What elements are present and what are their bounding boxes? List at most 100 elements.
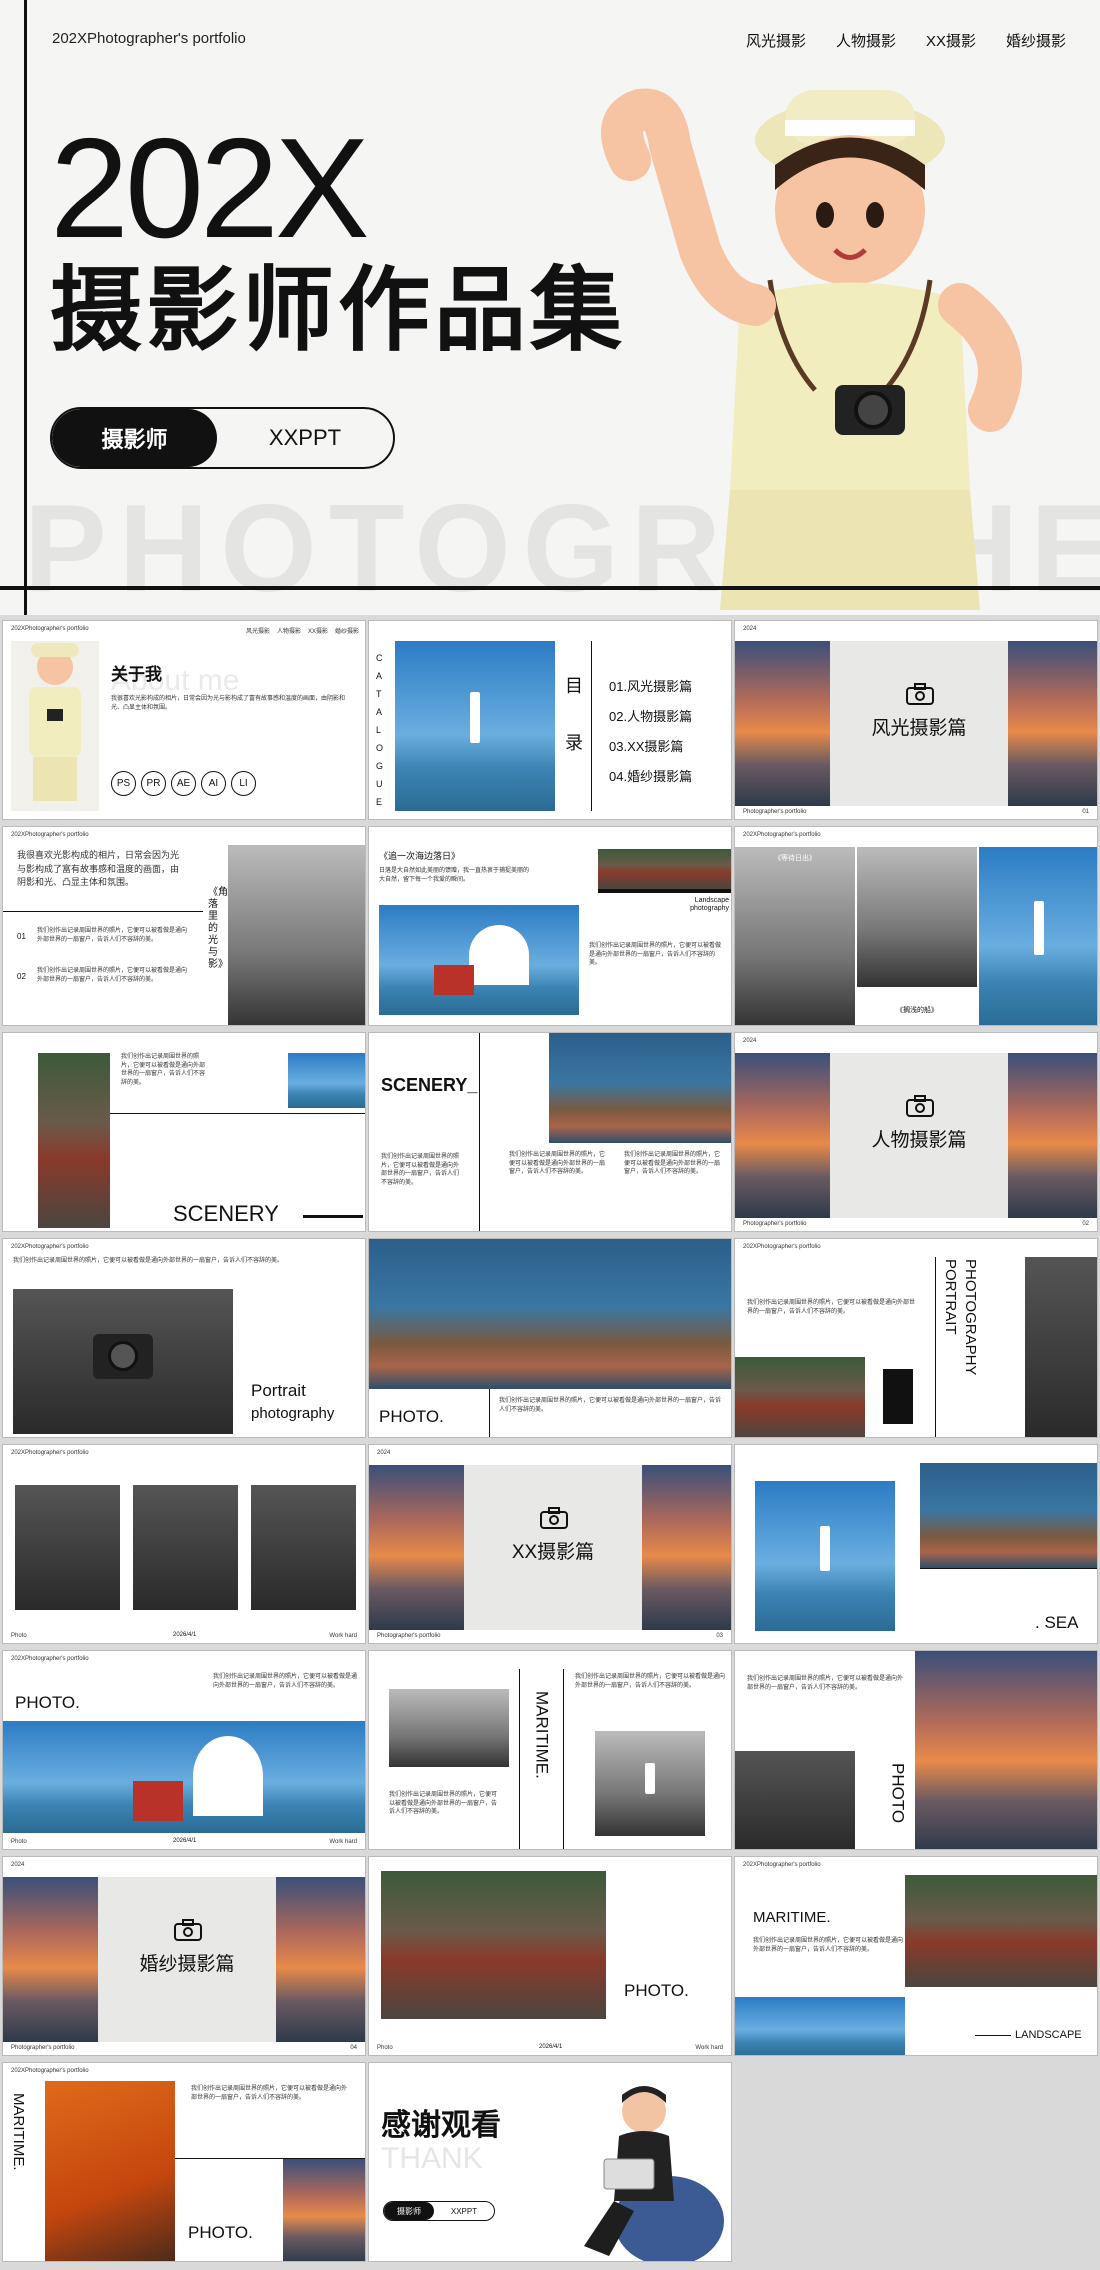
pill-left[interactable]: 摄影师 bbox=[52, 409, 217, 467]
section-title-wedding: 婚纱摄影篇 bbox=[139, 1954, 235, 1975]
catalogue-item-4[interactable]: 04.婚纱摄影篇 bbox=[609, 769, 692, 785]
ml-paragraph: 我们创作出记录周围世界的照片，它便可以被看做是通向外部世界的一扇窗户，告诉人们不… bbox=[753, 1938, 904, 1953]
section-title-xx: XX摄影篇 bbox=[511, 1542, 595, 1563]
slide-photo-building[interactable]: 202XPhotographer's portfolio PHOTO. 我们创作… bbox=[2, 1650, 366, 1850]
caption-sunrise: 《等待日出》 bbox=[774, 855, 816, 862]
slide-sea[interactable]: . SEA bbox=[734, 1444, 1098, 1644]
photo-trees bbox=[598, 849, 731, 889]
thank-pill-left[interactable]: 摄影师 bbox=[384, 2202, 434, 2220]
photo-title: PHOTO. bbox=[379, 1407, 444, 1426]
slide-scenery-2[interactable]: SCENERY_ 我们创作出记录周围世界的照片，它便可以被看做是通向外部世界的一… bbox=[368, 1032, 732, 1232]
photo-boat-large bbox=[915, 1651, 1097, 1849]
photo-street-small bbox=[735, 1357, 865, 1437]
man-laptop-illustration bbox=[584, 2086, 724, 2261]
photo-sunset-left bbox=[735, 641, 830, 806]
photo-bikes-orange bbox=[45, 2081, 175, 2261]
slide-photo-boat[interactable]: 我们创作出记录周围世界的照片，它便可以被看做是通向外部世界的一扇窗户，告诉人们不… bbox=[734, 1650, 1098, 1850]
photo-boat-bw bbox=[857, 847, 977, 987]
photo-cargo-ship bbox=[920, 1463, 1097, 1568]
maritime-paragraph-2: 我们创作出记录周围世界的照片，它便可以被看做是通向外部世界的一扇窗户，告诉人们不… bbox=[575, 1674, 726, 1689]
photo-coast-cliff bbox=[549, 1033, 731, 1143]
slide-three-portraits[interactable]: 202XPhotographer's portfolio Photo 2026/… bbox=[2, 1444, 366, 1644]
photo-lighthouse-3 bbox=[755, 1481, 895, 1631]
scenery-title: SCENERY bbox=[173, 1201, 279, 1226]
section-title: 风光摄影篇 bbox=[871, 718, 967, 739]
tag-li: LI bbox=[231, 771, 256, 796]
nav-landscape[interactable]: 风光摄影 bbox=[746, 30, 806, 51]
photo-port-bw bbox=[389, 1689, 509, 1767]
catalogue-mu: 目 bbox=[565, 676, 583, 696]
maritime-title: MARITIME. bbox=[753, 1909, 831, 1926]
camera-icon bbox=[906, 1095, 934, 1117]
slide-seaside-sunset[interactable]: 《追一次海边落日》 日落是大自然如此美丽的馈赠，我一直热衷于捕捉美丽的大自然，留… bbox=[368, 826, 732, 1026]
slide-photo-grid[interactable]: 202XPhotographer's portfolio 《等待日出》 《搁浅的… bbox=[734, 826, 1098, 1026]
slide-footer: Photographer's portfolio bbox=[743, 809, 807, 815]
slide-catalogue[interactable]: CATALOGUE 目 录 01.风光摄影篇 02.人物摄影篇 03.XX摄影篇… bbox=[368, 620, 732, 820]
portrait-sub: photography bbox=[251, 1405, 335, 1422]
photo-lighthouse-bw bbox=[595, 1731, 705, 1836]
photo-portrait-1 bbox=[15, 1485, 120, 1610]
photo2-paragraph: 我们创作出记录周围世界的照片，它便可以被看做是通向外部世界的一扇窗户，告诉人们不… bbox=[213, 1674, 358, 1689]
seaside-quote: 《追一次海边落日》 bbox=[379, 851, 461, 861]
photo-coast-wide bbox=[369, 1239, 731, 1389]
thank-ghost: THANK bbox=[381, 2142, 483, 2175]
hero-slide: 202XPhotographer's portfolio 风光摄影 人物摄影 X… bbox=[0, 0, 1100, 615]
photo-boat-5 bbox=[283, 2159, 365, 2261]
brand-title: 202XPhotographer's portfolio bbox=[52, 30, 246, 47]
tag-ps: PS bbox=[111, 771, 136, 796]
slide-portrait-photography[interactable]: 202XPhotographer's portfolio 我们创作出记录周围世界… bbox=[734, 1238, 1098, 1438]
maritime-paragraph: 我们创作出记录周围世界的照片，它便可以被看做是通向外部世界的一扇窗户，告诉人们不… bbox=[389, 1792, 498, 1816]
hero-pill: 摄影师 XXPPT bbox=[50, 407, 395, 469]
pill-right[interactable]: XXPPT bbox=[217, 425, 393, 451]
slide-thank-you[interactable]: THANK 感谢观看 摄影师 XXPPT bbox=[368, 2062, 732, 2262]
slide-maritime-bikes[interactable]: 202XPhotographer's portfolio MARITIME. 我… bbox=[2, 2062, 366, 2262]
slide-photo-street[interactable]: PHOTO. Photo 2026/4/1 Work hard bbox=[368, 1856, 732, 2056]
slide-photo-coast[interactable]: PHOTO. 我们创作出记录周围世界的照片，它便可以被看做是通向外部世界的一扇窗… bbox=[368, 1238, 732, 1438]
slide-number: 01 bbox=[1082, 809, 1089, 815]
photo-label: Photo bbox=[11, 1633, 27, 1639]
hero-horizontal-rule bbox=[0, 586, 1100, 590]
date-label: 2026/4/1 bbox=[173, 1631, 197, 1638]
photo-opera-strip bbox=[735, 1997, 905, 2055]
photo-vertical: PHOTO bbox=[885, 1761, 910, 1826]
pp-paragraph: 我们创作出记录周围世界的照片，它便可以被看做是通向外部世界的一扇窗户，告诉人们不… bbox=[747, 1300, 916, 1315]
catalogue-item-3[interactable]: 03.XX摄影篇 bbox=[609, 739, 683, 755]
nav-portrait[interactable]: 人物摄影 bbox=[836, 30, 896, 51]
hero-year: 202X bbox=[50, 109, 370, 268]
portrait-intro: 我们创作出记录周围世界的照片，它便可以被看做是通向外部世界的一扇窗户，告诉人们不… bbox=[13, 1258, 284, 1264]
catalogue-vertical: CATALOGUE bbox=[376, 653, 384, 807]
slide-scenery-1[interactable]: 我们创作出记录周围世界的照片，它便可以被看做是通向外部世界的一扇窗户，告诉人们不… bbox=[2, 1032, 366, 1232]
scenery2-paragraph: 我们创作出记录周围世界的照片，它便可以被看做是通向外部世界的一扇窗户，告诉人们不… bbox=[381, 1154, 460, 1187]
thank-pill-right[interactable]: XXPPT bbox=[434, 2207, 494, 2216]
camera-icon bbox=[174, 1919, 202, 1941]
catalogue-lu: 录 bbox=[565, 733, 583, 753]
tag-pr: PR bbox=[141, 771, 166, 796]
slide-portrait-photo[interactable]: 202XPhotographer's portfolio 我们创作出记录周围世界… bbox=[2, 1238, 366, 1438]
slide-about-me[interactable]: 202XPhotographer's portfolio 风光摄影 人物摄影 XX摄… bbox=[2, 620, 366, 820]
photo-title-4: PHOTO. bbox=[188, 2223, 253, 2242]
scenery-paragraph: 我们创作出记录周围世界的照片，它便可以被看做是通向外部世界的一扇窗户，告诉人们不… bbox=[121, 1054, 206, 1087]
photo-bicycles-bw bbox=[228, 845, 365, 1025]
scenery2-col1: 我们创作出记录周围世界的照片，它便可以被看做是通向外部世界的一扇窗户，告诉人们不… bbox=[509, 1152, 606, 1176]
hero-nav: 风光摄影 人物摄影 XX摄影 婚纱摄影 bbox=[746, 30, 1066, 51]
slide-maritime-landscape[interactable]: 202XPhotographer's portfolio MARITIME. 我… bbox=[734, 1856, 1098, 2056]
slide-portrait-section[interactable]: 2024 人物摄影篇 Photographer's portfolio 02 bbox=[734, 1032, 1098, 1232]
photo-opera-building bbox=[379, 905, 579, 1015]
slide-light-shadow[interactable]: 202XPhotographer's portfolio 我很喜欢光影构成的相片… bbox=[2, 826, 366, 1026]
photo-opera-wide bbox=[3, 1721, 365, 1833]
sea-title: . SEA bbox=[1035, 1613, 1079, 1632]
nav-xx[interactable]: XX摄影 bbox=[926, 30, 976, 51]
slide-landscape-section[interactable]: 2024 风光摄影篇 Photographer's portfolio 01 bbox=[734, 620, 1098, 820]
slide-year: 2024 bbox=[743, 626, 757, 632]
nav-wedding[interactable]: 婚纱摄影 bbox=[1006, 30, 1066, 51]
catalogue-item-1[interactable]: 01.风光摄影篇 bbox=[609, 679, 692, 695]
slide-wedding-section[interactable]: 2024 婚纱摄影篇 Photographer's portfolio 04 bbox=[2, 1856, 366, 2056]
character-mini-illustration bbox=[11, 641, 99, 811]
slide-maritime[interactable]: 我们创作出记录周围世界的照片，它便可以被看做是通向外部世界的一扇窗户，告诉人们不… bbox=[368, 1650, 732, 1850]
photo-water-town bbox=[905, 1875, 1097, 1987]
photo-boat-4 bbox=[276, 1877, 365, 2042]
slide-xx-section[interactable]: 2024 XX摄影篇 Photographer's portfolio 03 bbox=[368, 1444, 732, 1644]
tag-ae: AE bbox=[171, 771, 196, 796]
photo-boat-sunset bbox=[1008, 641, 1097, 806]
catalogue-item-2[interactable]: 02.人物摄影篇 bbox=[609, 709, 692, 725]
